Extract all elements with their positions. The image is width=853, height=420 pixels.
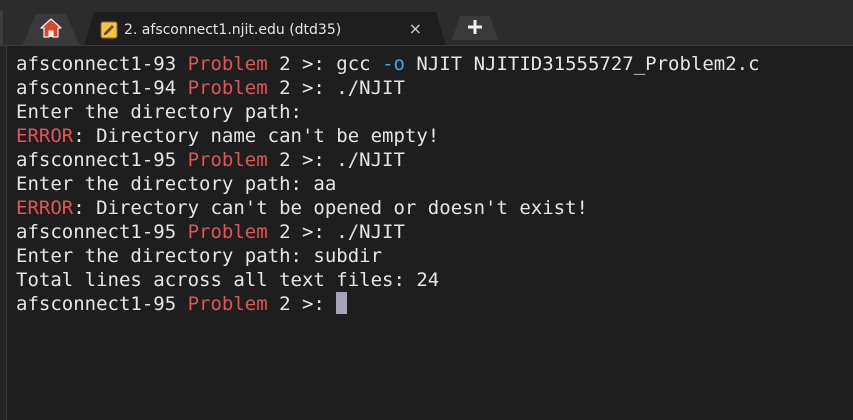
- terminal-text: 2 >: ./NJIT: [267, 221, 405, 243]
- terminal-line: Enter the directory path: subdir: [16, 244, 853, 268]
- terminal-line: ERROR: Directory name can't be empty!: [16, 124, 853, 148]
- terminal-line: Enter the directory path: aa: [16, 172, 853, 196]
- terminal-line: Enter the directory path:: [16, 100, 853, 124]
- terminal-text: afsconnect1-95: [16, 293, 188, 315]
- terminal-text: Enter the directory path: subdir: [16, 245, 383, 267]
- terminal-line: afsconnect1-95 Problem 2 >: ./NJIT: [16, 220, 853, 244]
- new-tab-button[interactable]: [452, 16, 498, 40]
- home-tab[interactable]: [22, 14, 80, 45]
- terminal-cursor: [336, 292, 348, 314]
- terminal-text: Total lines across all text files: 24: [16, 269, 440, 291]
- terminal-text: Enter the directory path: aa: [16, 173, 337, 195]
- terminal-text: 2 >: ./NJIT: [267, 149, 405, 171]
- terminal-text: 2 >: gcc: [267, 53, 383, 75]
- session-tab[interactable]: 2. afsconnect1.njit.edu (dtd35) ×: [84, 12, 446, 45]
- terminal-line: afsconnect1-95 Problem 2 >:: [16, 292, 853, 316]
- terminal-text: afsconnect1-95: [16, 221, 188, 243]
- terminal-text: Problem: [187, 53, 268, 75]
- terminal-output[interactable]: afsconnect1-93 Problem 2 >: gcc -o NJIT …: [16, 52, 853, 420]
- terminal-text: ERROR: [16, 125, 74, 147]
- terminal-text: afsconnect1-95: [16, 149, 188, 171]
- terminal-line: ERROR: Directory can't be opened or does…: [16, 196, 853, 220]
- tab-bar-edge: [0, 10, 3, 45]
- terminal-text: Problem: [187, 149, 268, 171]
- terminal-line: Total lines across all text files: 24: [16, 268, 853, 292]
- terminal-text: Enter the directory path:: [16, 101, 302, 123]
- terminal-text: 2 >:: [267, 293, 337, 315]
- left-panel-edge: [0, 46, 7, 420]
- home-icon[interactable]: [40, 18, 62, 42]
- terminal-text: NJIT NJITID31555727_Problem2.c: [404, 53, 760, 75]
- plus-icon[interactable]: [468, 19, 482, 38]
- terminal-line: afsconnect1-93 Problem 2 >: gcc -o NJIT …: [16, 52, 853, 76]
- terminal-text: 2 >: ./NJIT: [267, 77, 405, 99]
- terminal-text: : Directory name can't be empty!: [73, 125, 440, 147]
- terminal-line: afsconnect1-94 Problem 2 >: ./NJIT: [16, 76, 853, 100]
- terminal-text: afsconnect1-94: [16, 77, 188, 99]
- terminal-text: afsconnect1-93: [16, 53, 188, 75]
- terminal-text: Problem: [187, 293, 268, 315]
- pencil-icon: [100, 21, 118, 39]
- close-icon[interactable]: ×: [409, 21, 422, 37]
- terminal-line: afsconnect1-95 Problem 2 >: ./NJIT: [16, 148, 853, 172]
- terminal-text: ERROR: [16, 197, 74, 219]
- terminal-text: -o: [382, 53, 405, 75]
- tab-bar: 2. afsconnect1.njit.edu (dtd35) ×: [0, 0, 853, 46]
- session-tab-title: 2. afsconnect1.njit.edu (dtd35): [124, 22, 342, 38]
- terminal-text: : Directory can't be opened or doesn't e…: [73, 197, 588, 219]
- terminal-text: Problem: [187, 77, 268, 99]
- terminal-text: Problem: [187, 221, 268, 243]
